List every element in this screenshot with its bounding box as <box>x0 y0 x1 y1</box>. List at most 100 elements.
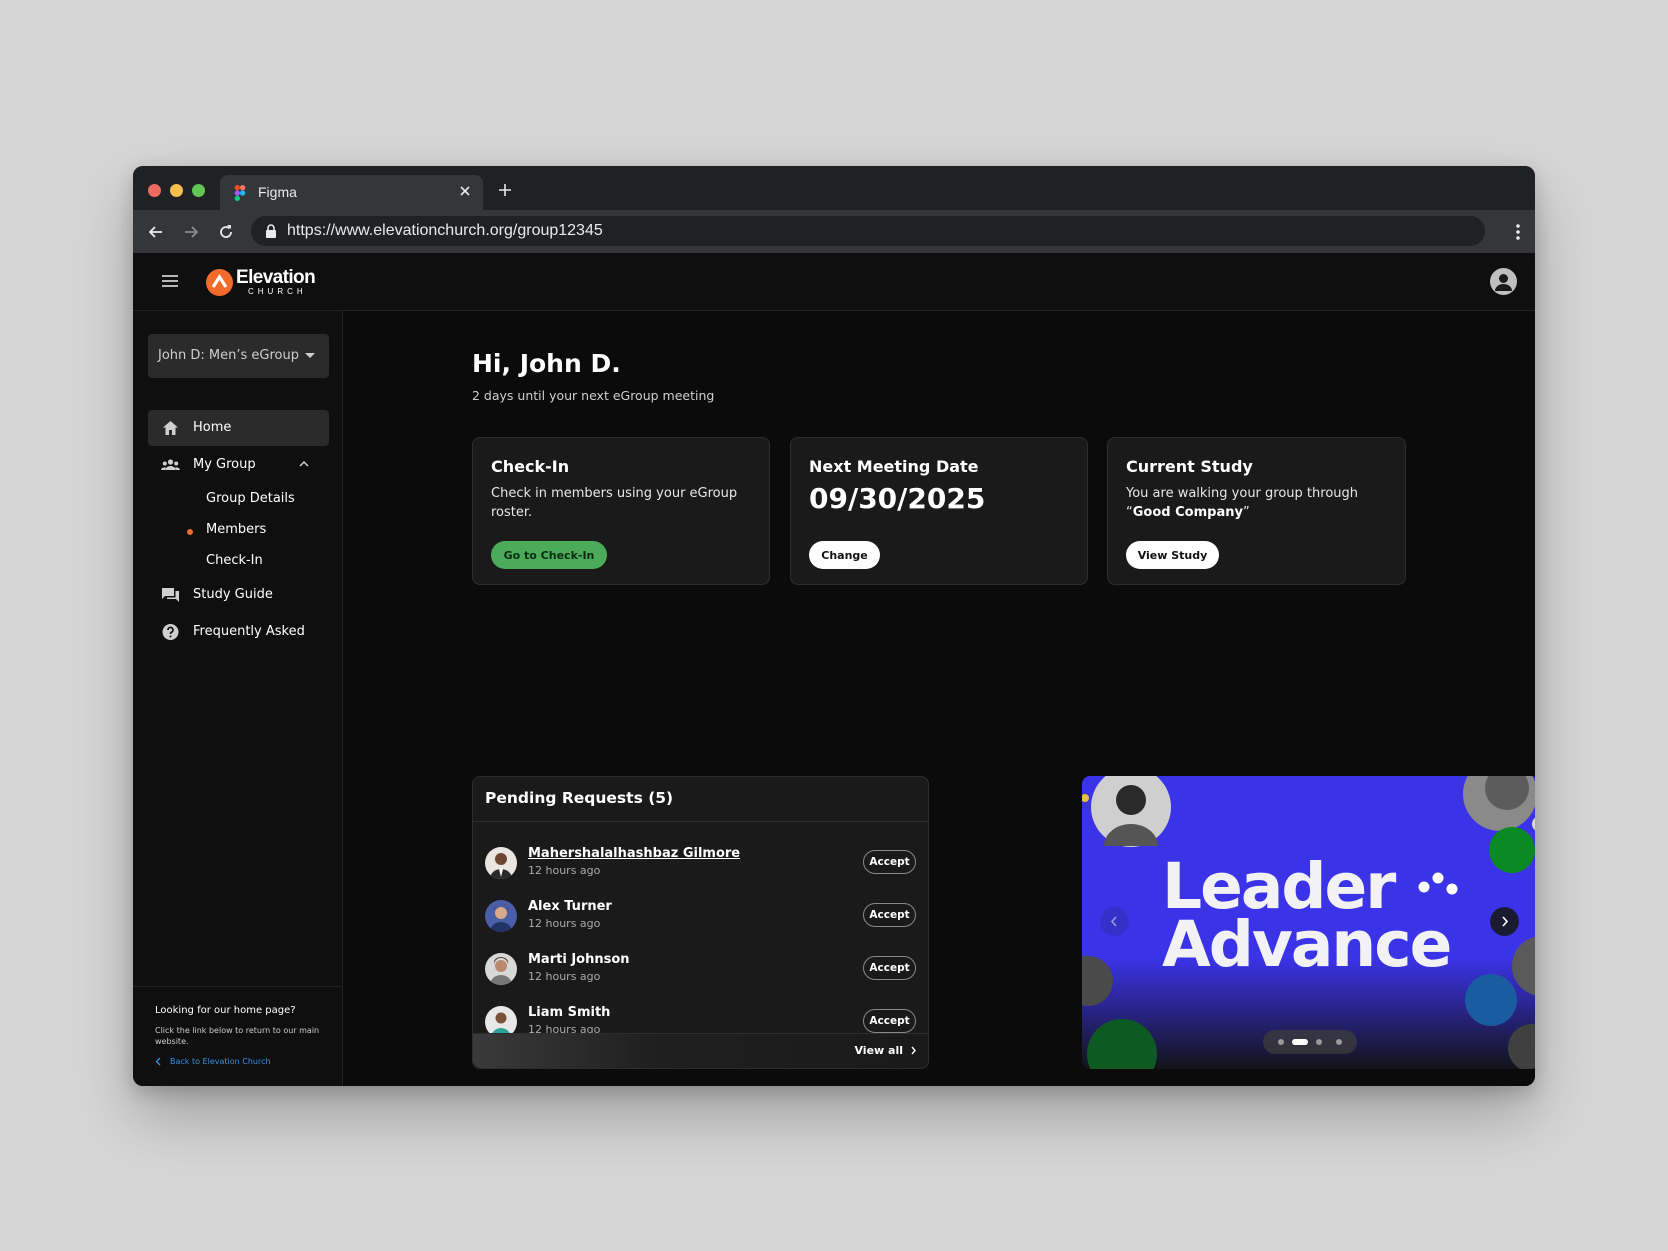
carousel-dot[interactable] <box>1336 1039 1342 1045</box>
back-link-label: Back to Elevation Church <box>170 1057 271 1066</box>
maximize-window-button[interactable] <box>192 184 205 197</box>
carousel-dot-active[interactable] <box>1292 1039 1308 1045</box>
pending-requests-footer: View all <box>473 1033 928 1068</box>
carousel-next-icon[interactable] <box>1490 907 1519 936</box>
banner-line-2: Advance <box>1162 908 1452 981</box>
card-title: Next Meeting Date <box>809 457 979 476</box>
request-row: Alex Turner 12 hours ago Accept <box>473 892 928 942</box>
sidebar-item-label: Study Guide <box>193 587 273 602</box>
sidebar: John D: Men’s eGroup Home My Group Group… <box>133 311 343 1086</box>
chevron-up-icon[interactable] <box>299 460 309 468</box>
reload-icon[interactable] <box>216 222 236 242</box>
page-subtitle: 2 days until your next eGroup meeting <box>472 388 715 403</box>
member-name[interactable]: Marti Johnson <box>528 952 630 967</box>
request-row: Marti Johnson 12 hours ago Accept <box>473 945 928 995</box>
chevron-right-icon <box>911 1046 916 1055</box>
meeting-date: 09/30/2025 <box>809 482 986 515</box>
card-title: Check-In <box>491 457 570 476</box>
forward-arrow-icon[interactable] <box>181 222 201 242</box>
sidebar-subitem-check-in[interactable]: Check-In <box>206 553 263 568</box>
sidebar-item-my-group[interactable]: My Group <box>148 447 329 483</box>
accept-button[interactable]: Accept <box>863 903 916 927</box>
close-tab-icon[interactable] <box>457 183 473 199</box>
browser-menu-icon[interactable] <box>1515 222 1521 242</box>
sidebar-item-label: My Group <box>193 457 256 472</box>
go-to-checkin-button[interactable]: Go to Check-In <box>491 541 607 569</box>
url-text: https://www.elevationchurch.org/group123… <box>287 222 603 239</box>
sidebar-item-label: Frequently Asked <box>193 624 305 639</box>
help-icon <box>162 624 179 640</box>
next-meeting-card: Next Meeting Date 09/30/2025 Change <box>790 437 1088 585</box>
member-name[interactable]: Liam Smith <box>528 1005 610 1020</box>
request-time: 12 hours ago <box>528 970 601 983</box>
request-time: 12 hours ago <box>528 917 601 930</box>
browser-tab[interactable]: Figma <box>220 175 483 210</box>
request-time: 12 hours ago <box>528 864 601 877</box>
logo-subtitle: CHURCH <box>248 287 307 296</box>
checkin-card: Check-In Check in members using your eGr… <box>472 437 770 585</box>
browser-window: Figma https://www.elevationchurch.org/gr… <box>133 166 1535 1086</box>
banner-headline: Leader Advance <box>1162 855 1452 981</box>
current-page-indicator <box>187 529 193 535</box>
minimize-window-button[interactable] <box>170 184 183 197</box>
view-all-link[interactable]: View all <box>854 1044 916 1057</box>
figma-icon <box>234 185 246 201</box>
view-study-button[interactable]: View Study <box>1126 541 1219 569</box>
sidebar-item-home[interactable]: Home <box>148 410 329 446</box>
view-all-label: View all <box>854 1044 903 1057</box>
leader-advance-banner[interactable]: Leader Advance <box>1082 776 1535 1069</box>
pending-requests-header: Pending Requests (5) <box>473 777 928 822</box>
study-name: Good Company <box>1132 505 1243 520</box>
sidebar-footer: Looking for our home page? Click the lin… <box>133 986 342 1086</box>
accept-button[interactable]: Accept <box>863 956 916 980</box>
close-window-button[interactable] <box>148 184 161 197</box>
sidebar-item-label: Home <box>193 420 232 435</box>
card-title: Current Study <box>1126 457 1253 476</box>
profile-avatar-icon[interactable] <box>1490 268 1517 295</box>
member-avatar <box>485 900 517 932</box>
member-name[interactable]: Alex Turner <box>528 899 612 914</box>
elevation-logo-mark <box>206 268 233 296</box>
browser-toolbar: https://www.elevationchurch.org/group123… <box>133 210 1535 253</box>
study-desc-suffix: ” <box>1242 505 1250 520</box>
new-tab-icon[interactable] <box>497 182 513 198</box>
carousel-prev-icon[interactable] <box>1100 907 1129 936</box>
back-to-church-link[interactable]: Back to Elevation Church <box>155 1057 271 1066</box>
app-header: Elevation CHURCH <box>133 253 1535 311</box>
carousel-pagination <box>1263 1030 1357 1054</box>
carousel-dot[interactable] <box>1316 1039 1322 1045</box>
address-bar[interactable]: https://www.elevationchurch.org/group123… <box>251 216 1485 246</box>
back-arrow-icon[interactable] <box>146 222 166 242</box>
sidebar-item-study-guide[interactable]: Study Guide <box>148 577 329 613</box>
sidebar-subitem-group-details[interactable]: Group Details <box>206 491 295 506</box>
chevron-left-icon <box>155 1057 161 1066</box>
home-icon <box>163 421 178 435</box>
caret-down-icon <box>305 353 315 358</box>
elevation-logo[interactable]: Elevation CHURCH <box>206 267 316 297</box>
change-date-button[interactable]: Change <box>809 541 880 569</box>
sidebar-subitem-members[interactable]: Members <box>206 522 266 537</box>
group-selector[interactable]: John D: Men’s eGroup <box>148 334 329 378</box>
member-avatar <box>485 953 517 985</box>
browser-tab-bar: Figma <box>133 166 1535 210</box>
footer-title: Looking for our home page? <box>155 1005 296 1016</box>
member-name-link[interactable]: Mahershalalhashbaz Gilmore <box>528 846 740 861</box>
group-selector-value: John D: Men’s eGroup <box>158 348 299 363</box>
footer-description: Click the link below to return to our ma… <box>155 1026 320 1046</box>
sidebar-item-faq[interactable]: Frequently Asked <box>148 614 329 650</box>
tab-title: Figma <box>258 184 297 200</box>
pending-requests-card: Pending Requests (5) Mahershalalhashbaz … <box>472 776 929 1069</box>
card-description: Check in members using your eGroup roste… <box>491 486 738 520</box>
pending-requests-title: Pending Requests (5) <box>485 789 674 807</box>
accept-button[interactable]: Accept <box>863 850 916 874</box>
page-title: Hi, John D. <box>472 349 621 378</box>
main-content: Hi, John D. 2 days until your next eGrou… <box>343 311 1535 1086</box>
group-icon <box>161 459 180 470</box>
chat-icon <box>162 588 179 602</box>
hamburger-menu-icon[interactable] <box>161 274 179 288</box>
request-row: Mahershalalhashbaz Gilmore 12 hours ago … <box>473 839 928 889</box>
accept-button[interactable]: Accept <box>863 1009 916 1033</box>
logo-name: Elevation <box>236 267 316 288</box>
current-study-card: Current Study You are walking your group… <box>1107 437 1406 585</box>
carousel-dot[interactable] <box>1278 1039 1284 1045</box>
